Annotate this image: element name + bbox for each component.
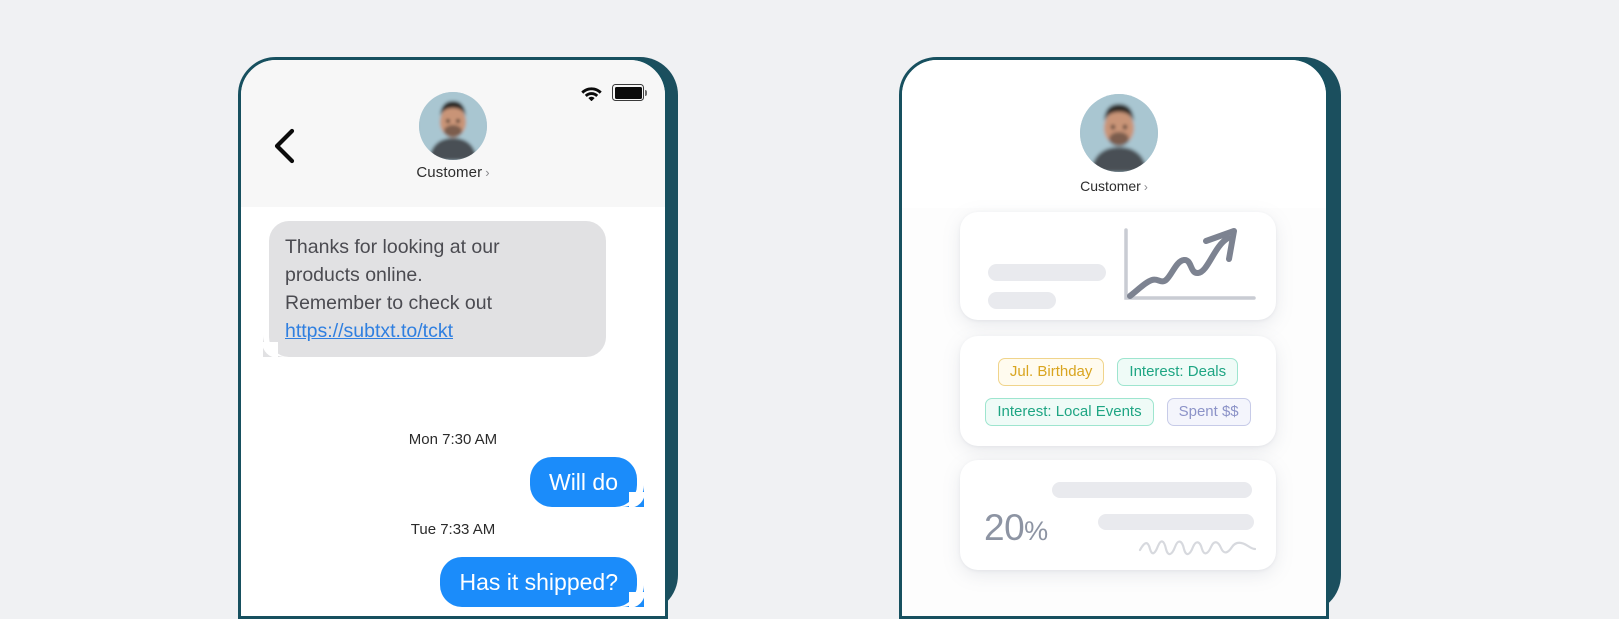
avatar-photo — [419, 92, 487, 160]
message-text: Has it shipped? — [459, 569, 618, 595]
back-chevron-icon[interactable] — [271, 128, 297, 164]
trend-card[interactable] — [960, 212, 1276, 320]
header-title[interactable]: Customer › — [241, 164, 665, 181]
message-bubble-outgoing[interactable]: Has it shipped? — [440, 557, 645, 608]
message-link[interactable]: https://subtxt.to/tckt — [285, 317, 590, 345]
tag-chip[interactable]: Interest: Deals — [1117, 358, 1239, 386]
tags-card[interactable]: Jul. Birthday Interest: Deals Interest: … — [960, 336, 1276, 446]
avatar[interactable] — [1080, 94, 1158, 172]
avatar[interactable] — [419, 92, 487, 160]
message-bubble-outgoing[interactable]: Will do — [529, 457, 645, 508]
chat-header: Customer › — [241, 60, 665, 208]
upward-trend-arrow-chart-icon — [1124, 228, 1256, 300]
customer-profile-screen: Customer› Jul. Birthday Interest: Deals — [899, 57, 1329, 619]
tag-chip[interactable]: Spent $$ — [1166, 398, 1251, 426]
percent-value: 20% — [984, 508, 1048, 551]
status-bar — [580, 84, 647, 101]
right-phone-mockup: Customer› Jul. Birthday Interest: Deals — [899, 57, 1341, 619]
screenshot-canvas: Customer › Thanks for looking at our prod… — [0, 0, 1619, 619]
tag-row: Interest: Local Events Spent $$ — [960, 398, 1276, 426]
message-bubble-incoming[interactable]: Thanks for looking at our products onlin… — [262, 221, 606, 358]
placeholder-bar — [988, 292, 1056, 309]
message-line: Thanks for looking at our — [285, 236, 500, 258]
battery-full-icon — [612, 84, 647, 101]
contact-name: Customer — [416, 164, 483, 181]
wifi-icon — [581, 87, 602, 101]
percent-symbol: % — [1024, 516, 1048, 546]
tag-chip[interactable]: Jul. Birthday — [997, 358, 1105, 386]
placeholder-bar — [1098, 514, 1254, 530]
signature-squiggle-icon — [1138, 540, 1256, 556]
percent-number: 20 — [984, 507, 1025, 548]
placeholder-bar — [988, 264, 1106, 281]
profile-header: Customer › — [902, 60, 1326, 208]
chevron-right-icon: › — [1143, 180, 1148, 194]
message-timestamp: Tue 7:33 AM — [410, 521, 496, 538]
percent-card[interactable]: 20% — [960, 460, 1276, 570]
chevron-right-icon: › — [485, 165, 490, 180]
message-text: Will do — [548, 469, 618, 495]
tag-row: Jul. Birthday Interest: Deals — [960, 358, 1276, 386]
header-title[interactable]: Customer › — [902, 178, 1326, 194]
conversation-thread[interactable]: Thanks for looking at our products onlin… — [241, 207, 665, 616]
placeholder-bar — [1052, 482, 1252, 498]
contact-name: Customer — [1080, 178, 1141, 194]
message-line: products online. — [285, 264, 423, 286]
avatar-photo — [1080, 94, 1158, 172]
left-phone-mockup: Customer › Thanks for looking at our prod… — [238, 57, 678, 619]
messaging-app-screen: Customer › Thanks for looking at our prod… — [238, 57, 668, 619]
tag-chip[interactable]: Interest: Local Events — [985, 398, 1154, 426]
message-line: Remember to check out — [285, 292, 493, 314]
message-timestamp: Mon 7:30 AM — [408, 431, 498, 448]
